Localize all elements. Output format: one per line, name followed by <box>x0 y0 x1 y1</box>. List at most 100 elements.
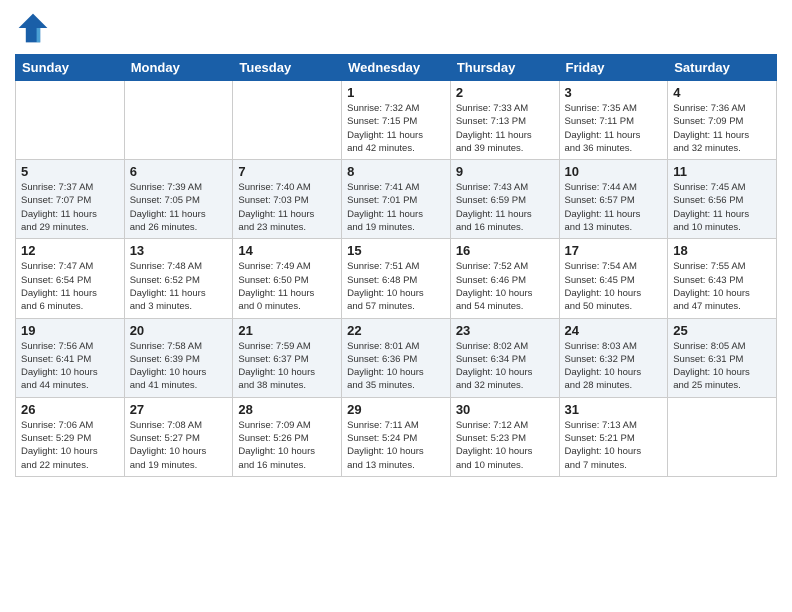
calendar-cell: 22 Sunrise: 8:01 AM Sunset: 6:36 PM Dayli… <box>342 318 451 397</box>
calendar-week-row: 12 Sunrise: 7:47 AM Sunset: 6:54 PM Dayli… <box>16 239 777 318</box>
calendar-cell: 31 Sunrise: 7:13 AM Sunset: 5:21 PM Dayli… <box>559 397 668 476</box>
day-info: Sunrise: 8:01 AM Sunset: 6:36 PM Dayligh… <box>347 340 445 393</box>
day-number: 10 <box>565 164 663 179</box>
day-info: Sunrise: 7:48 AM Sunset: 6:52 PM Dayligh… <box>130 260 228 313</box>
day-info: Sunrise: 7:32 AM Sunset: 7:15 PM Dayligh… <box>347 102 445 155</box>
day-number: 6 <box>130 164 228 179</box>
day-info: Sunrise: 7:13 AM Sunset: 5:21 PM Dayligh… <box>565 419 663 472</box>
calendar-week-row: 19 Sunrise: 7:56 AM Sunset: 6:41 PM Dayli… <box>16 318 777 397</box>
calendar-cell: 11 Sunrise: 7:45 AM Sunset: 6:56 PM Dayli… <box>668 160 777 239</box>
day-info: Sunrise: 7:54 AM Sunset: 6:45 PM Dayligh… <box>565 260 663 313</box>
calendar-cell <box>124 81 233 160</box>
day-info: Sunrise: 7:11 AM Sunset: 5:24 PM Dayligh… <box>347 419 445 472</box>
calendar-cell: 13 Sunrise: 7:48 AM Sunset: 6:52 PM Dayli… <box>124 239 233 318</box>
day-number: 9 <box>456 164 554 179</box>
logo-icon <box>15 10 51 46</box>
calendar-cell: 30Sunrise: 7:12 AM Sunset: 5:23 PM Dayli… <box>450 397 559 476</box>
calendar-cell <box>668 397 777 476</box>
day-number: 22 <box>347 323 445 338</box>
day-number: 14 <box>238 243 336 258</box>
day-info: Sunrise: 7:45 AM Sunset: 6:56 PM Dayligh… <box>673 181 771 234</box>
calendar-cell: 15Sunrise: 7:51 AM Sunset: 6:48 PM Dayli… <box>342 239 451 318</box>
calendar-cell: 2 Sunrise: 7:33 AM Sunset: 7:13 PM Daylig… <box>450 81 559 160</box>
day-number: 1 <box>347 85 445 100</box>
calendar-cell: 19 Sunrise: 7:56 AM Sunset: 6:41 PM Dayli… <box>16 318 125 397</box>
calendar-cell: 27 Sunrise: 7:08 AM Sunset: 5:27 PM Dayli… <box>124 397 233 476</box>
day-info: Sunrise: 7:44 AM Sunset: 6:57 PM Dayligh… <box>565 181 663 234</box>
day-info: Sunrise: 8:05 AM Sunset: 6:31 PM Dayligh… <box>673 340 771 393</box>
calendar-cell: 17Sunrise: 7:54 AM Sunset: 6:45 PM Dayli… <box>559 239 668 318</box>
calendar-header-tuesday: Tuesday <box>233 55 342 81</box>
day-number: 13 <box>130 243 228 258</box>
day-number: 31 <box>565 402 663 417</box>
day-info: Sunrise: 7:43 AM Sunset: 6:59 PM Dayligh… <box>456 181 554 234</box>
calendar-cell: 3 Sunrise: 7:35 AM Sunset: 7:11 PM Daylig… <box>559 81 668 160</box>
day-number: 16 <box>456 243 554 258</box>
day-number: 2 <box>456 85 554 100</box>
day-number: 12 <box>21 243 119 258</box>
day-number: 19 <box>21 323 119 338</box>
day-info: Sunrise: 7:51 AM Sunset: 6:48 PM Dayligh… <box>347 260 445 313</box>
calendar-header-row: SundayMondayTuesdayWednesdayThursdayFrid… <box>16 55 777 81</box>
day-info: Sunrise: 7:52 AM Sunset: 6:46 PM Dayligh… <box>456 260 554 313</box>
calendar-cell: 21Sunrise: 7:59 AM Sunset: 6:37 PM Dayli… <box>233 318 342 397</box>
day-info: Sunrise: 7:49 AM Sunset: 6:50 PM Dayligh… <box>238 260 336 313</box>
calendar-cell: 28 Sunrise: 7:09 AM Sunset: 5:26 PM Dayli… <box>233 397 342 476</box>
day-info: Sunrise: 7:47 AM Sunset: 6:54 PM Dayligh… <box>21 260 119 313</box>
day-info: Sunrise: 8:03 AM Sunset: 6:32 PM Dayligh… <box>565 340 663 393</box>
calendar-header-sunday: Sunday <box>16 55 125 81</box>
day-number: 5 <box>21 164 119 179</box>
calendar-header-saturday: Saturday <box>668 55 777 81</box>
day-number: 18 <box>673 243 771 258</box>
day-info: Sunrise: 7:39 AM Sunset: 7:05 PM Dayligh… <box>130 181 228 234</box>
day-number: 28 <box>238 402 336 417</box>
day-number: 29 <box>347 402 445 417</box>
calendar-cell: 20Sunrise: 7:58 AM Sunset: 6:39 PM Dayli… <box>124 318 233 397</box>
day-info: Sunrise: 7:56 AM Sunset: 6:41 PM Dayligh… <box>21 340 119 393</box>
day-info: Sunrise: 7:12 AM Sunset: 5:23 PM Dayligh… <box>456 419 554 472</box>
day-info: Sunrise: 7:40 AM Sunset: 7:03 PM Dayligh… <box>238 181 336 234</box>
page: SundayMondayTuesdayWednesdayThursdayFrid… <box>0 0 792 612</box>
calendar-week-row: 26 Sunrise: 7:06 AM Sunset: 5:29 PM Dayli… <box>16 397 777 476</box>
calendar-cell: 29 Sunrise: 7:11 AM Sunset: 5:24 PM Dayli… <box>342 397 451 476</box>
day-number: 21 <box>238 323 336 338</box>
day-number: 27 <box>130 402 228 417</box>
day-number: 26 <box>21 402 119 417</box>
calendar-cell: 1 Sunrise: 7:32 AM Sunset: 7:15 PM Daylig… <box>342 81 451 160</box>
calendar-week-row: 1 Sunrise: 7:32 AM Sunset: 7:15 PM Daylig… <box>16 81 777 160</box>
day-info: Sunrise: 7:37 AM Sunset: 7:07 PM Dayligh… <box>21 181 119 234</box>
day-number: 3 <box>565 85 663 100</box>
day-info: Sunrise: 7:35 AM Sunset: 7:11 PM Dayligh… <box>565 102 663 155</box>
day-info: Sunrise: 7:33 AM Sunset: 7:13 PM Dayligh… <box>456 102 554 155</box>
calendar-cell: 7 Sunrise: 7:40 AM Sunset: 7:03 PM Daylig… <box>233 160 342 239</box>
calendar-cell: 8Sunrise: 7:41 AM Sunset: 7:01 PM Daylig… <box>342 160 451 239</box>
calendar-cell: 23 Sunrise: 8:02 AM Sunset: 6:34 PM Dayli… <box>450 318 559 397</box>
calendar-header-friday: Friday <box>559 55 668 81</box>
calendar-cell: 4Sunrise: 7:36 AM Sunset: 7:09 PM Daylig… <box>668 81 777 160</box>
calendar-week-row: 5 Sunrise: 7:37 AM Sunset: 7:07 PM Daylig… <box>16 160 777 239</box>
day-number: 23 <box>456 323 554 338</box>
day-number: 11 <box>673 164 771 179</box>
calendar-header-monday: Monday <box>124 55 233 81</box>
calendar-cell: 5 Sunrise: 7:37 AM Sunset: 7:07 PM Daylig… <box>16 160 125 239</box>
calendar-cell: 18Sunrise: 7:55 AM Sunset: 6:43 PM Dayli… <box>668 239 777 318</box>
calendar: SundayMondayTuesdayWednesdayThursdayFrid… <box>15 54 777 477</box>
calendar-cell <box>16 81 125 160</box>
calendar-cell: 9 Sunrise: 7:43 AM Sunset: 6:59 PM Daylig… <box>450 160 559 239</box>
day-info: Sunrise: 7:08 AM Sunset: 5:27 PM Dayligh… <box>130 419 228 472</box>
day-info: Sunrise: 7:09 AM Sunset: 5:26 PM Dayligh… <box>238 419 336 472</box>
day-number: 7 <box>238 164 336 179</box>
header <box>15 10 777 46</box>
day-info: Sunrise: 8:02 AM Sunset: 6:34 PM Dayligh… <box>456 340 554 393</box>
day-number: 4 <box>673 85 771 100</box>
day-number: 25 <box>673 323 771 338</box>
day-info: Sunrise: 7:58 AM Sunset: 6:39 PM Dayligh… <box>130 340 228 393</box>
calendar-header-thursday: Thursday <box>450 55 559 81</box>
calendar-cell: 14 Sunrise: 7:49 AM Sunset: 6:50 PM Dayli… <box>233 239 342 318</box>
logo <box>15 10 55 46</box>
day-number: 8 <box>347 164 445 179</box>
day-info: Sunrise: 7:06 AM Sunset: 5:29 PM Dayligh… <box>21 419 119 472</box>
calendar-cell: 6 Sunrise: 7:39 AM Sunset: 7:05 PM Daylig… <box>124 160 233 239</box>
calendar-cell: 10 Sunrise: 7:44 AM Sunset: 6:57 PM Dayli… <box>559 160 668 239</box>
calendar-header-wednesday: Wednesday <box>342 55 451 81</box>
